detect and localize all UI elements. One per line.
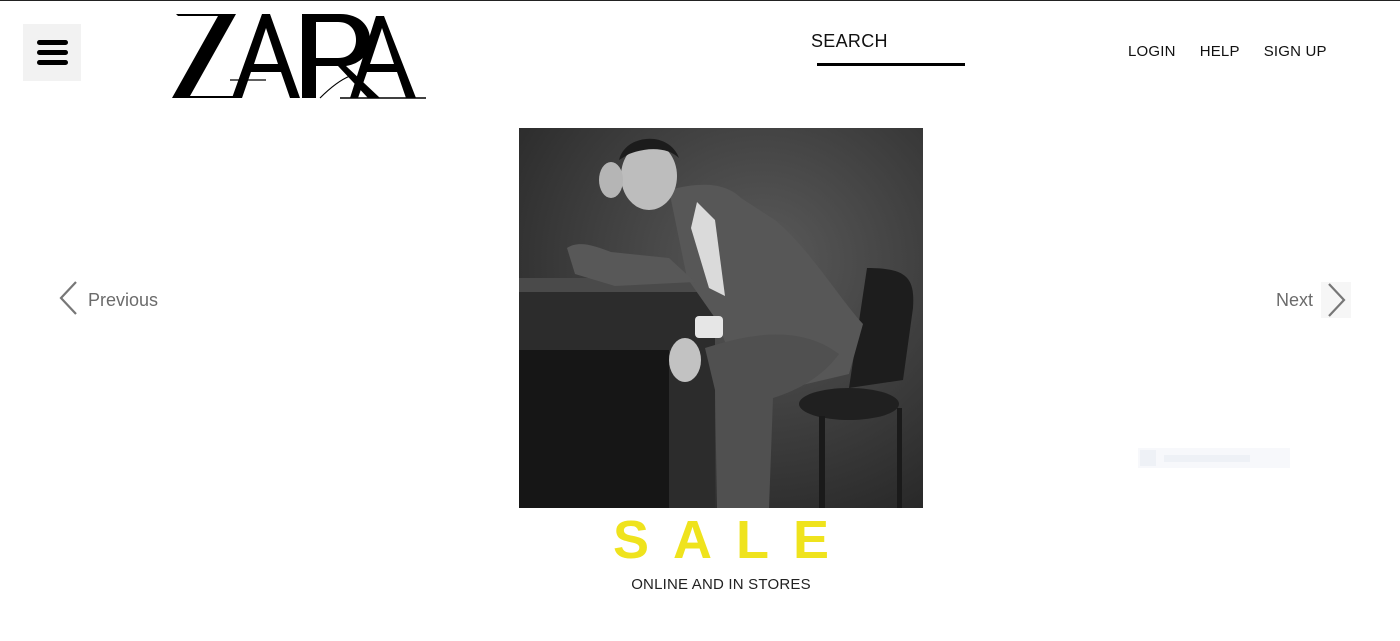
hamburger-menu-icon [36, 39, 68, 66]
top-border [0, 0, 1400, 1]
search-underline [817, 63, 965, 66]
sign-up-link[interactable]: SIGN UP [1264, 43, 1327, 60]
faint-overlay-badge [1138, 448, 1290, 468]
hero-image[interactable] [519, 128, 923, 508]
menu-button[interactable] [23, 24, 81, 81]
carousel-previous-button[interactable]: Previous [58, 280, 159, 321]
next-label: Next [1276, 289, 1314, 310]
search-label: SEARCH [811, 31, 888, 51]
carousel-next-button[interactable]: Next [1276, 282, 1352, 318]
search-input[interactable]: SEARCH [811, 31, 967, 67]
help-link[interactable]: HELP [1200, 43, 1240, 60]
brand-logo[interactable] [170, 10, 428, 102]
sale-subtitle: ONLINE AND IN STORES [631, 576, 811, 593]
previous-label: Previous [88, 289, 159, 310]
account-links: LOGIN HELP SIGN UP [1128, 43, 1327, 60]
login-link[interactable]: LOGIN [1128, 43, 1176, 60]
sale-heading: SALE [612, 510, 854, 570]
chevron-left-icon [58, 280, 80, 321]
chevron-right-icon [1321, 282, 1352, 318]
